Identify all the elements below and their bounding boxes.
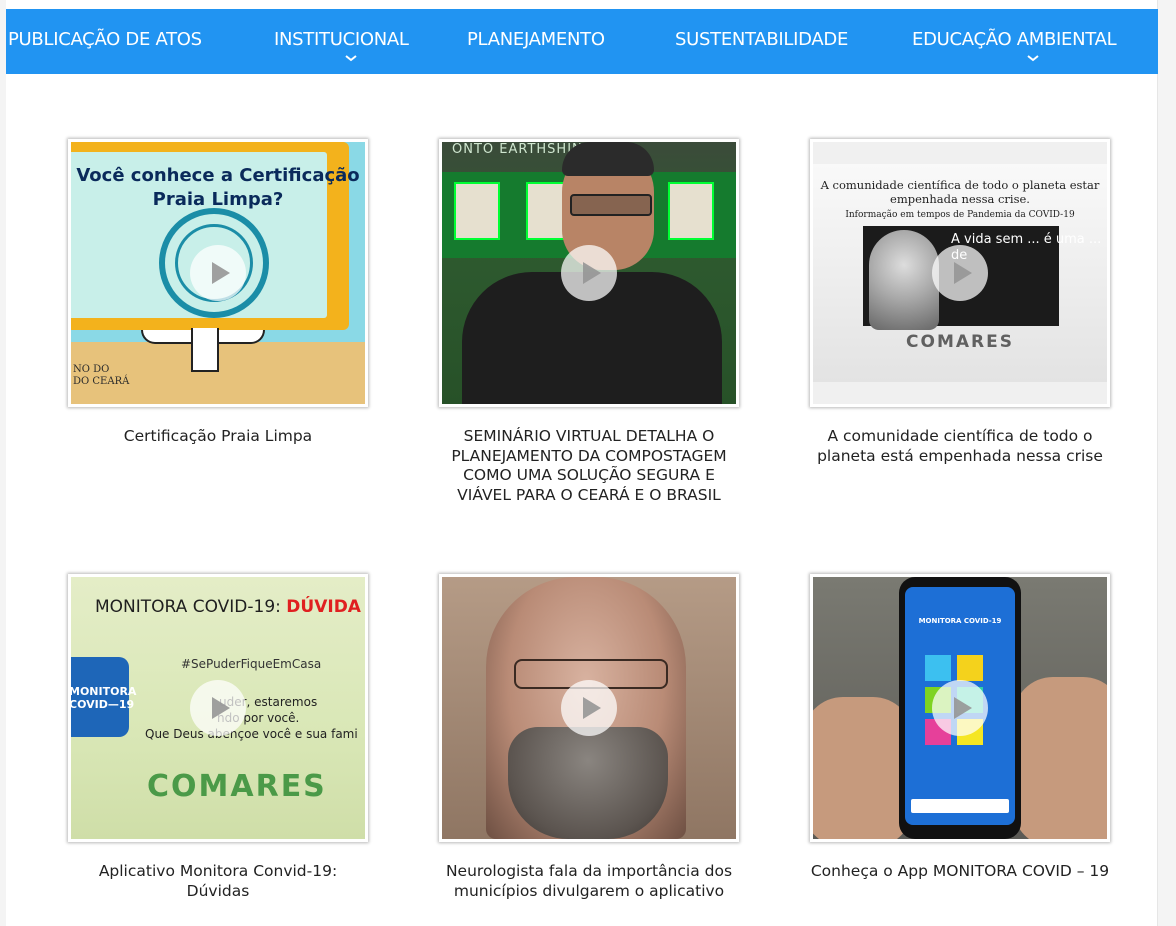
play-icon[interactable] <box>561 245 617 301</box>
play-icon[interactable] <box>190 680 246 736</box>
play-icon[interactable] <box>561 680 617 736</box>
video-thumbnail[interactable]: MONITORA COVID-19: DÚVIDA MONITORA COVID—… <box>68 574 368 842</box>
video-caption[interactable]: Certificação Praia Limpa <box>68 427 368 447</box>
top-nav-bar: PUBLICAÇÃO DE ATOS INSTITUCIONAL PLANEJA… <box>6 9 1158 74</box>
left-gutter <box>0 0 6 926</box>
nav-item-institucional[interactable]: INSTITUCIONAL <box>274 9 409 74</box>
chevron-down-icon[interactable] <box>1025 53 1041 63</box>
nav-item-sustentabilidade[interactable]: SUSTENTABILIDADE <box>675 9 848 74</box>
nav-item-educacao-ambiental[interactable]: EDUCAÇÃO AMBIENTAL <box>912 9 1117 74</box>
nav-item-publicacao-de-atos[interactable]: PUBLICAÇÃO DE ATOS <box>8 9 202 74</box>
video-caption[interactable]: Aplicativo Monitora Convid-19: Dúvidas <box>68 862 368 901</box>
thumbnail-subline: Informação em tempos de Pandemia da COVI… <box>845 210 1075 220</box>
thumbnail-title: Você conhece a Certificação Praia Limpa? <box>76 165 360 210</box>
comares-logo: COMARES <box>147 769 327 804</box>
video-thumbnail[interactable] <box>439 574 739 842</box>
comares-logo: COMARES <box>906 332 1014 352</box>
page: PUBLICAÇÃO DE ATOS INSTITUCIONAL PLANEJA… <box>0 0 1176 926</box>
video-caption[interactable]: Neurologista fala da importância dos mun… <box>439 862 739 901</box>
thumbnail-title: MONITORA COVID-19: DÚVIDA <box>95 597 361 617</box>
video-caption[interactable]: SEMINÁRIO VIRTUAL DETALHA O PLANEJAMENTO… <box>439 427 739 505</box>
video-thumbnail[interactable]: MONITORA COVID-19 <box>810 574 1110 842</box>
play-icon[interactable] <box>932 680 988 736</box>
thumbnail-hashtag: #SePuderFiqueEmCasa <box>181 657 322 671</box>
video-thumbnail[interactable]: ONTO EARTHSHIN <box>439 139 739 407</box>
app-title: MONITORA COVID-19 <box>918 617 1002 625</box>
scrollbar-track[interactable] <box>1157 0 1176 926</box>
video-thumbnail[interactable]: A comunidade científica de todo o planet… <box>810 139 1110 407</box>
video-caption[interactable]: A comunidade científica de todo o planet… <box>810 427 1110 466</box>
chevron-down-icon[interactable] <box>343 53 359 63</box>
government-seal-text: NO DO DO CEARÁ <box>73 364 130 387</box>
video-caption[interactable]: Conheça o App MONITORA COVID – 19 <box>810 862 1110 882</box>
play-icon[interactable] <box>932 245 988 301</box>
socrates-bust <box>869 230 939 330</box>
video-thumbnail[interactable]: Você conhece a Certificação Praia Limpa?… <box>68 139 368 407</box>
play-icon[interactable] <box>190 245 246 301</box>
thumbnail-headline: A comunidade científica de todo o planet… <box>820 178 1100 206</box>
nav-item-planejamento[interactable]: PLANEJAMENTO <box>467 9 605 74</box>
